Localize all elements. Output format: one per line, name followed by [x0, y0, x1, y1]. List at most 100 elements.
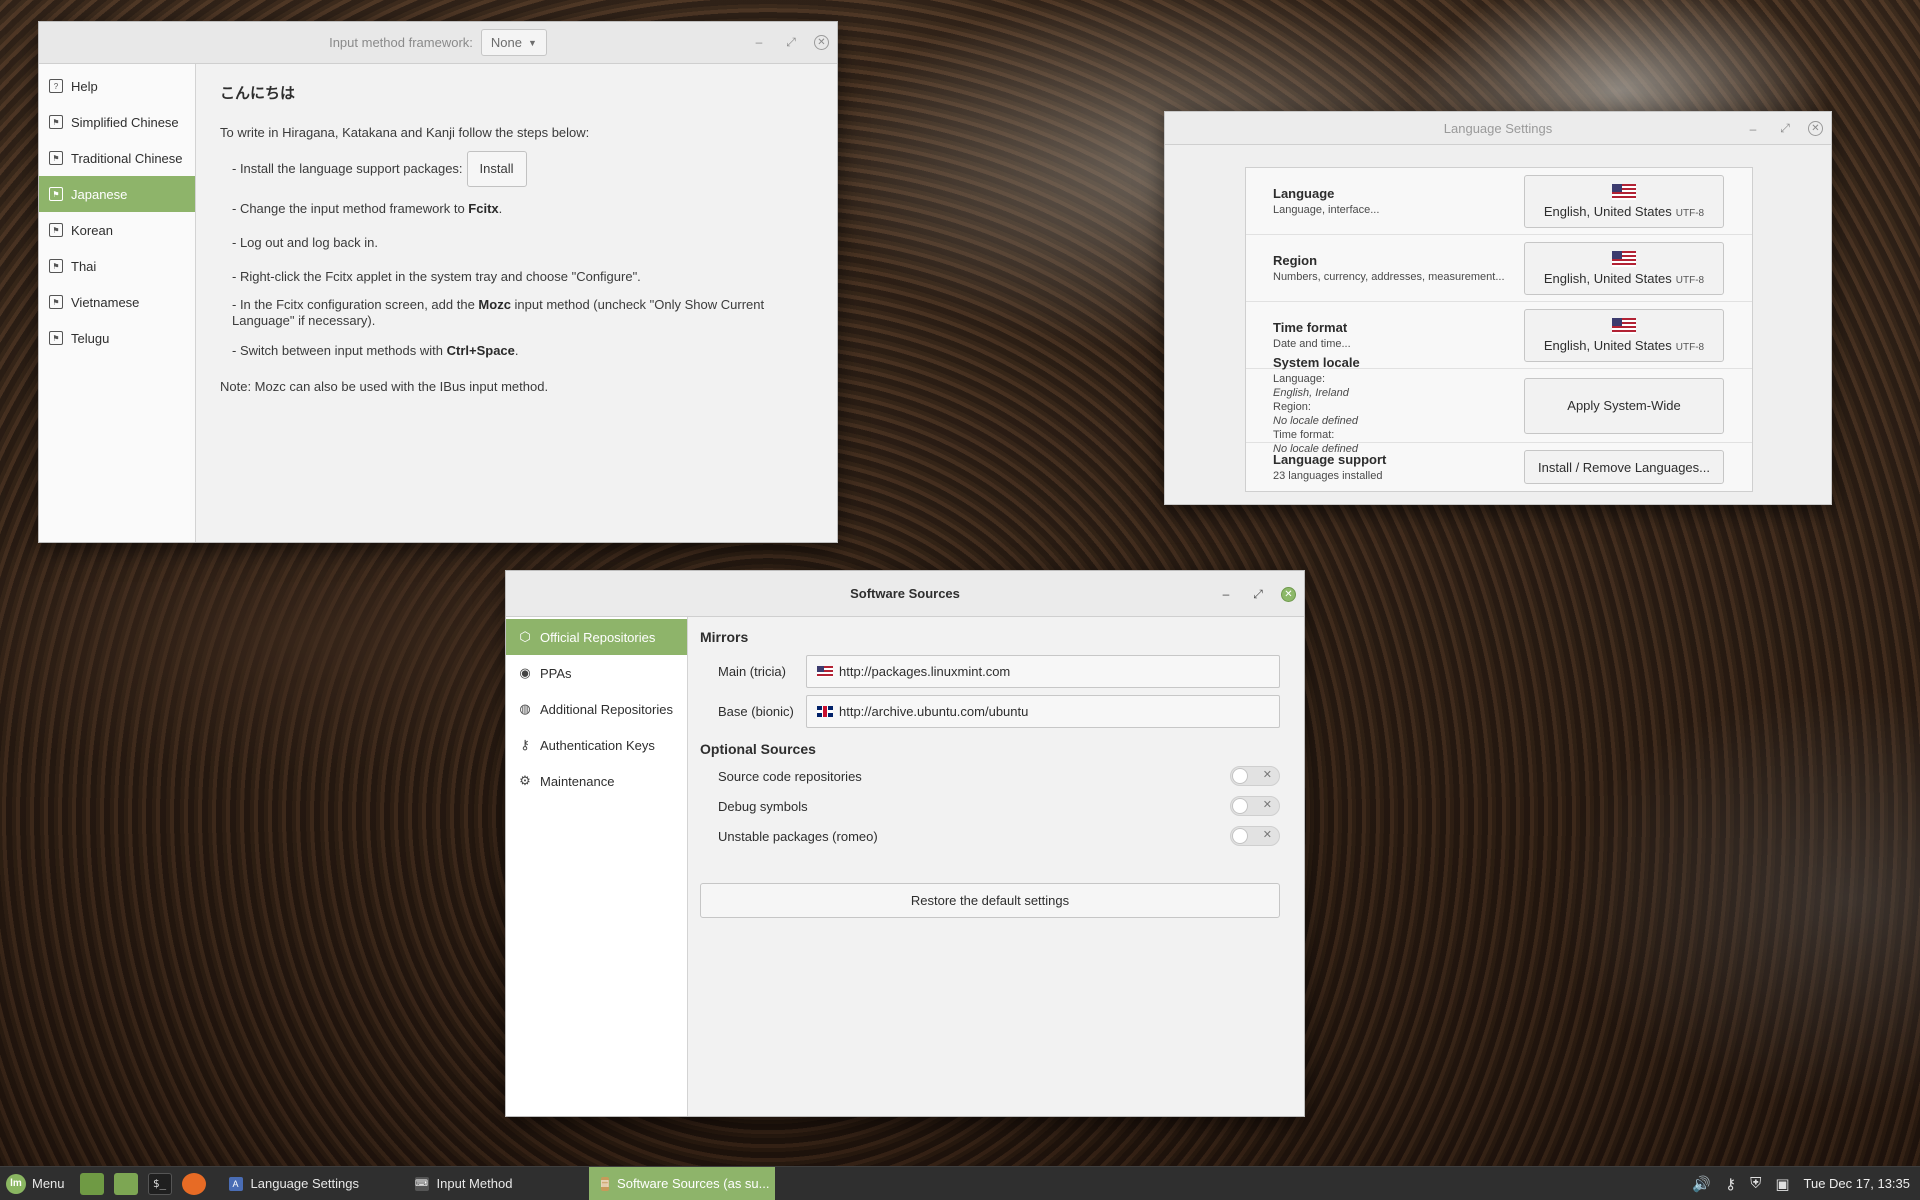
install-button[interactable]: Install: [466, 151, 527, 187]
maximize-button[interactable]: ⤢: [1776, 120, 1794, 138]
base-mirror-field[interactable]: http://archive.ubuntu.com/ubuntu: [806, 694, 1280, 728]
sidebar-item-maintenance[interactable]: ⚙ Maintenance: [506, 763, 687, 799]
update-shield-icon[interactable]: ⛨: [1750, 1175, 1761, 1192]
sidebar-item-thai[interactable]: ⚑ Thai: [39, 248, 195, 284]
flag-icon: ⚑: [49, 115, 63, 129]
sidebar-item-telugu[interactable]: ⚑ Telugu: [39, 320, 195, 356]
notifications-icon[interactable]: ▣: [1775, 1175, 1789, 1193]
terminal-icon[interactable]: $_: [147, 1172, 172, 1195]
locale-region: Region: No locale defined: [1273, 400, 1360, 428]
close-button[interactable]: ✕: [1281, 586, 1296, 602]
language-button[interactable]: English, United States UTF-8: [1524, 174, 1724, 228]
step-text: - Log out and log back in.: [232, 235, 378, 250]
firefox-icon[interactable]: [181, 1172, 206, 1195]
sidebar-item-label: Korean: [71, 222, 113, 238]
sidebar-item-label: Additional Repositories: [540, 701, 673, 717]
locale-value: English, United States: [1543, 270, 1672, 286]
chevron-down-icon: ▼: [527, 37, 537, 48]
locale-label: Time format:: [1273, 429, 1335, 441]
minimize-button[interactable]: –: [750, 33, 768, 51]
intro-text: To write in Hiragana, Katakana and Kanji…: [220, 125, 590, 140]
ppa-icon: ◉: [519, 665, 531, 680]
step-text: .: [498, 201, 503, 216]
language-settings-app-icon: A: [228, 1176, 243, 1191]
locale-value: English, United States: [1543, 203, 1672, 219]
apply-system-wide-button[interactable]: Apply System-Wide: [1524, 377, 1724, 434]
sidebar-item-official-repositories[interactable]: ⬡ Official Repositories: [506, 619, 687, 655]
clock[interactable]: Tue Dec 17, 13:35: [1804, 1176, 1910, 1191]
mint-logo-icon: lm: [6, 1173, 26, 1194]
show-desktop-icon[interactable]: [79, 1172, 104, 1195]
restore-defaults-button[interactable]: Restore the default settings: [700, 883, 1280, 918]
unstable-packages-toggle[interactable]: ✕: [1230, 826, 1280, 846]
note-text: Note: Mozc can also be used with the IBu…: [220, 379, 549, 394]
task-software-sources[interactable]: ▤ Software Sources (as su...: [588, 1166, 775, 1200]
sidebar-item-label: Authentication Keys: [540, 737, 655, 753]
task-input-method[interactable]: ⌨ Input Method: [403, 1167, 589, 1200]
close-button[interactable]: ✕: [814, 34, 829, 50]
minimize-button[interactable]: –: [1744, 120, 1762, 138]
network-icon[interactable]: ⚷: [1725, 1175, 1736, 1193]
close-button[interactable]: ✕: [1808, 121, 1823, 136]
main-mirror-url: http://packages.linuxmint.com: [839, 663, 1011, 679]
sidebar-item-label: Traditional Chinese: [71, 150, 183, 166]
sidebar-item-authentication-keys[interactable]: ⚷ Authentication Keys: [506, 727, 687, 763]
row-title: System locale: [1273, 355, 1360, 370]
input-method-titlebar[interactable]: Input method framework: None ▼ – ⤢ ✕: [39, 22, 837, 64]
locale-label: Language:: [1273, 373, 1325, 385]
toggle-knob: [1232, 798, 1248, 814]
sidebar-item-label: Japanese: [71, 186, 128, 202]
step-mozc: - In the Fcitx configuration screen, add…: [220, 297, 813, 329]
sidebar-item-additional-repositories[interactable]: ◍ Additional Repositories: [506, 691, 687, 727]
framework-value: None: [490, 35, 522, 50]
volume-icon[interactable]: 🔊: [1692, 1175, 1711, 1193]
row-desc: Date and time...: [1273, 337, 1351, 350]
framework-dropdown[interactable]: None ▼: [480, 29, 547, 56]
language-sidebar: ? Help ⚑ Simplified Chinese ⚑ Traditional C…: [39, 64, 196, 542]
sidebar-item-label: Official Repositories: [540, 629, 656, 645]
step-bold: Fcitx: [468, 201, 499, 216]
software-sources-app-icon: ▤: [600, 1176, 610, 1191]
base-mirror-row: Base (bionic) http://archive.ubuntu.com/…: [700, 691, 1280, 731]
sidebar-item-traditional-chinese[interactable]: ⚑ Traditional Chinese: [39, 140, 195, 176]
flag-icon: ⚑: [49, 295, 63, 309]
sidebar-item-ppas[interactable]: ◉ PPAs: [506, 655, 687, 691]
toggle-off-icon: ✕: [1262, 799, 1272, 811]
sidebar-item-label: Simplified Chinese: [71, 114, 179, 130]
option-label: Source code repositories: [718, 768, 862, 784]
sidebar-item-korean[interactable]: ⚑ Korean: [39, 212, 195, 248]
software-sources-titlebar[interactable]: Software Sources – ⤢ ✕: [506, 571, 1304, 617]
sidebar-item-help[interactable]: ? Help: [39, 68, 195, 104]
menu-label: Menu: [32, 1176, 65, 1191]
region-button[interactable]: English, United States UTF-8: [1524, 241, 1724, 295]
toggle-knob: [1232, 828, 1248, 844]
step-text: - Install the language support packages:: [232, 161, 463, 176]
language-settings-titlebar[interactable]: Language Settings – ⤢ ✕: [1165, 112, 1831, 145]
sidebar-item-vietnamese[interactable]: ⚑ Vietnamese: [39, 284, 195, 320]
source-code-toggle[interactable]: ✕: [1230, 766, 1280, 786]
sidebar-item-japanese[interactable]: ⚑ Japanese: [39, 176, 195, 212]
debug-symbols-toggle[interactable]: ✕: [1230, 796, 1280, 816]
files-icon[interactable]: [113, 1172, 138, 1195]
install-remove-languages-button[interactable]: Install / Remove Languages...: [1524, 450, 1724, 484]
main-mirror-field[interactable]: http://packages.linuxmint.com: [806, 654, 1280, 688]
step-framework: - Change the input method framework to F…: [220, 201, 813, 217]
sidebar-item-label: PPAs: [540, 665, 572, 681]
sidebar-item-label: Maintenance: [540, 773, 615, 789]
locale-value: English, Ireland: [1273, 387, 1349, 399]
maximize-button[interactable]: ⤢: [782, 33, 800, 51]
minimize-button[interactable]: –: [1217, 585, 1235, 603]
option-debug-symbols: Debug symbols ✕: [700, 791, 1280, 821]
help-icon: ?: [49, 79, 63, 93]
menu-button[interactable]: lm Menu: [0, 1167, 75, 1200]
option-label: Unstable packages (romeo): [718, 828, 878, 844]
maximize-button[interactable]: ⤢: [1249, 585, 1267, 603]
sidebar-item-simplified-chinese[interactable]: ⚑ Simplified Chinese: [39, 104, 195, 140]
locale-value: English, United States: [1543, 337, 1672, 353]
time-format-button[interactable]: English, United States UTF-8: [1524, 308, 1724, 362]
task-language-settings[interactable]: A Language Settings: [217, 1167, 403, 1200]
toggle-knob: [1232, 768, 1248, 784]
input-method-window: Input method framework: None ▼ – ⤢ ✕ ? He…: [38, 21, 838, 543]
step-logout: - Log out and log back in.: [220, 235, 813, 251]
task-label: Language Settings: [250, 1176, 359, 1191]
